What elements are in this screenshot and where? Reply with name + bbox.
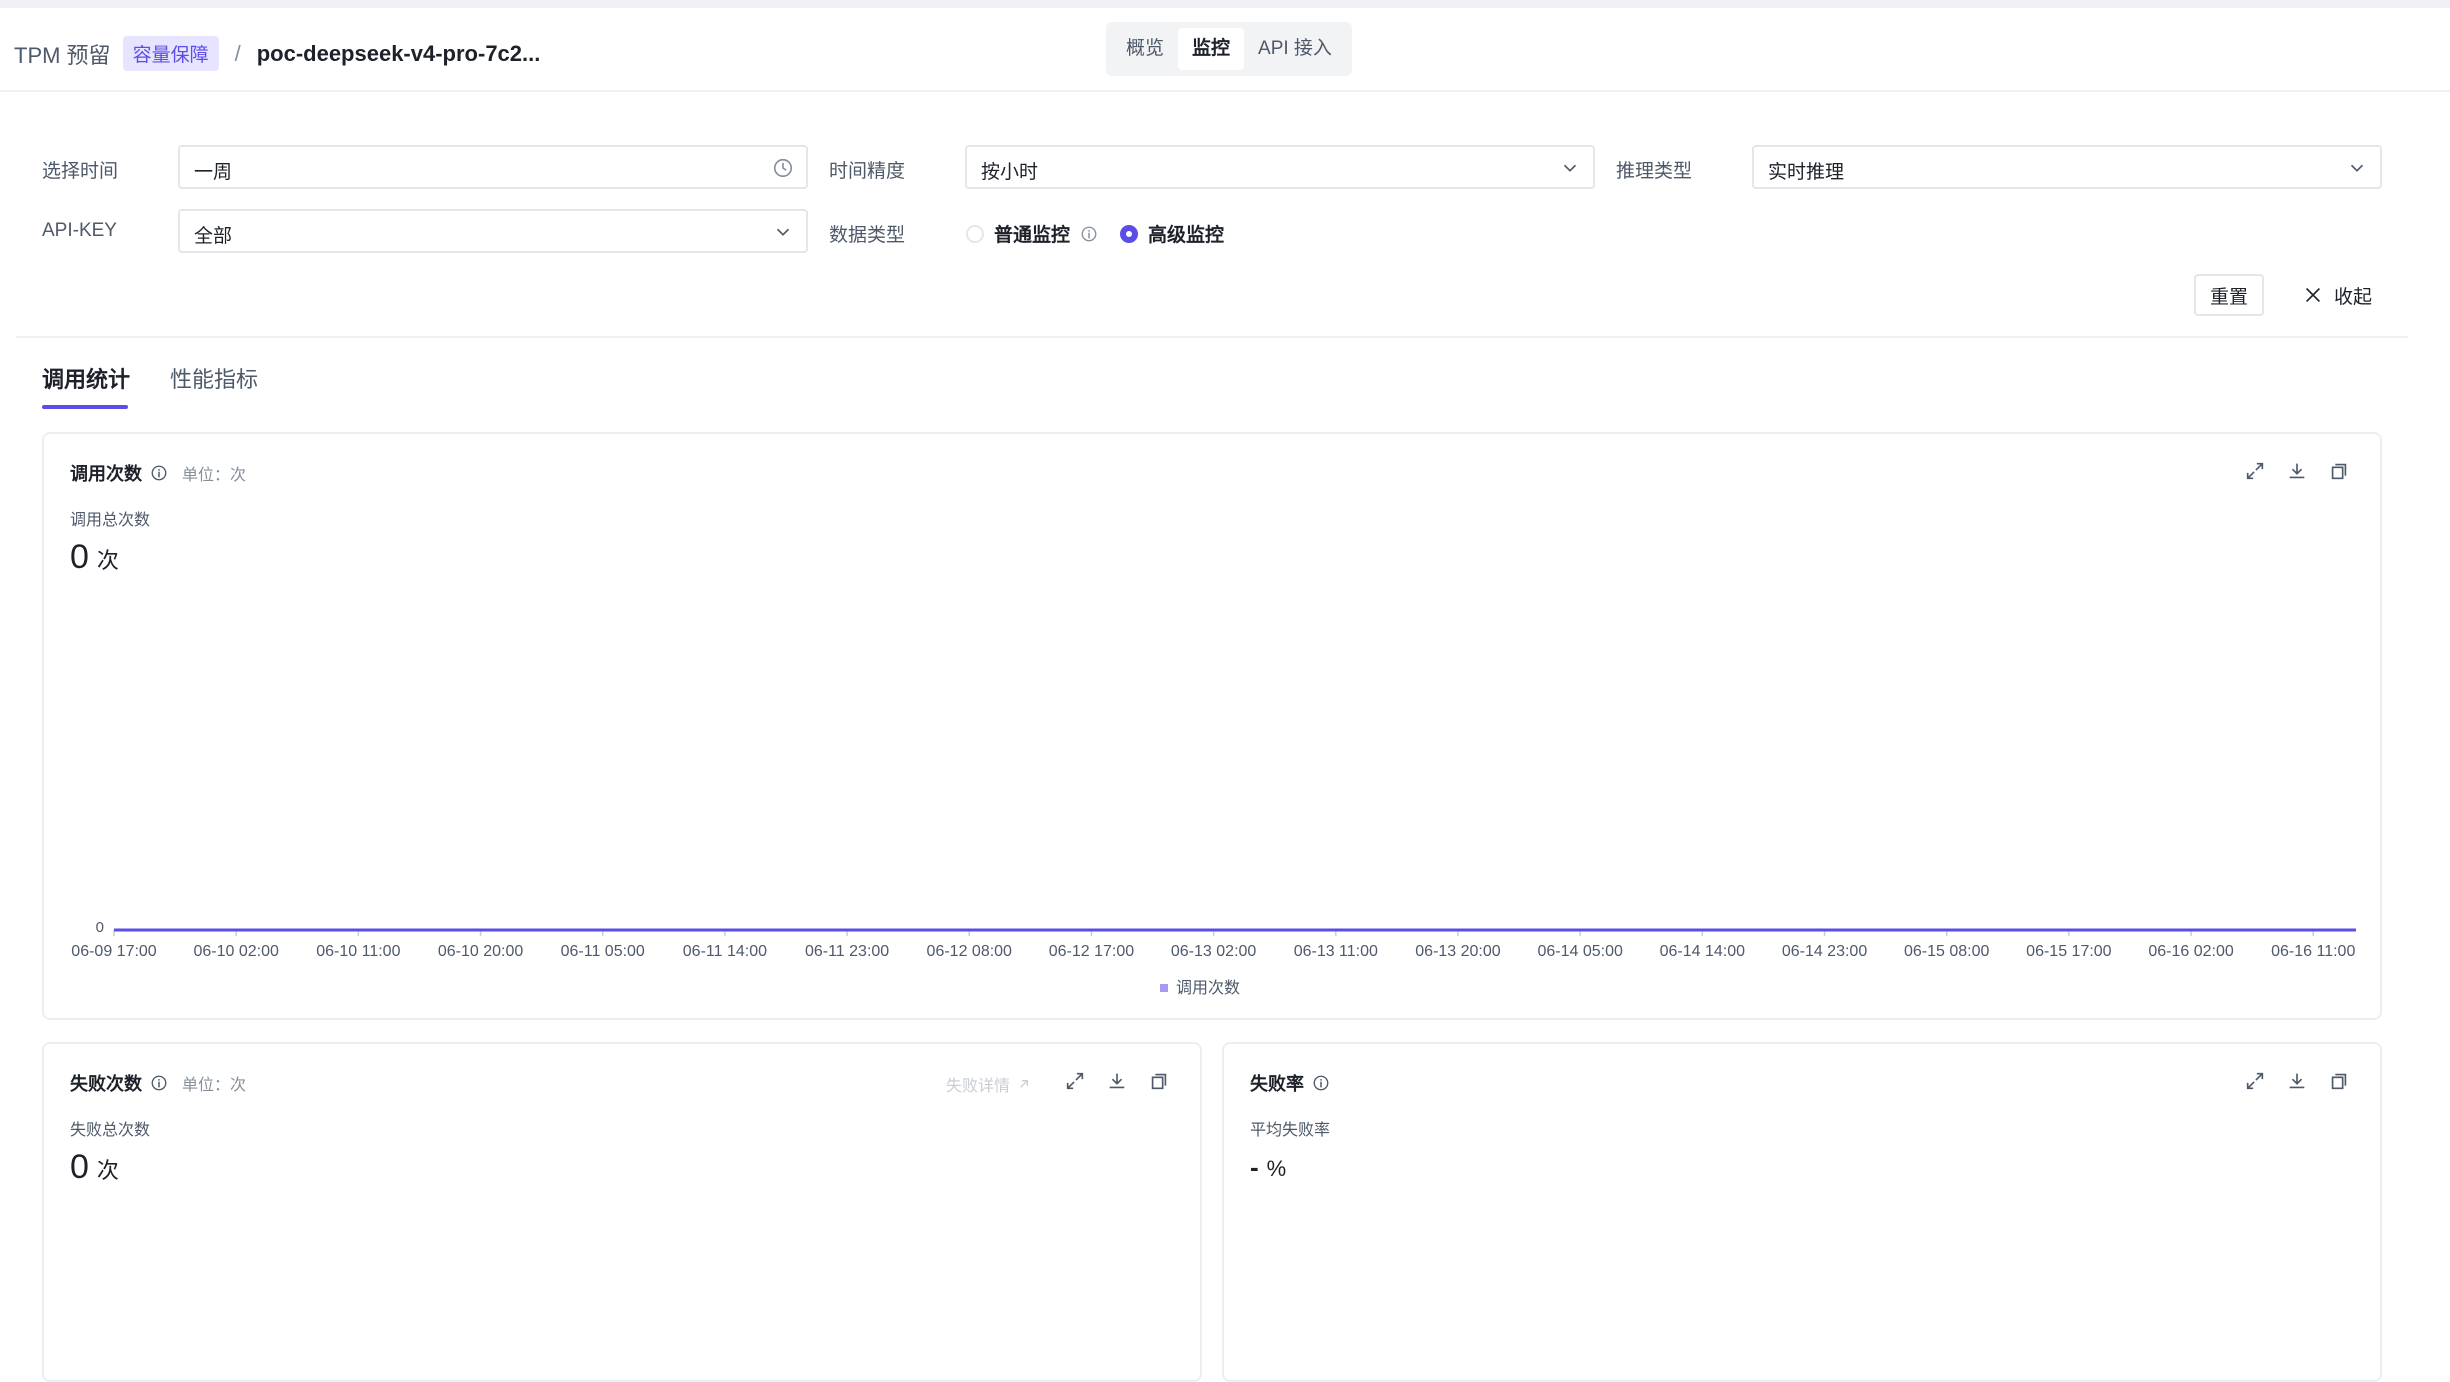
inference-value: 实时推理 xyxy=(1768,162,1845,183)
inference-select[interactable]: 实时推理 xyxy=(1752,145,2382,189)
precision-select[interactable]: 按小时 xyxy=(965,145,1595,189)
failrate-avg-unit: % xyxy=(1266,1156,1287,1181)
failures-card: 失败次数 单位：次 失败详情 失败总次数 0次 xyxy=(42,1042,1202,1382)
tab-monitor[interactable]: 监控 xyxy=(1178,28,1245,70)
time-picker[interactable]: 一周 xyxy=(178,145,808,189)
tab-active-indicator xyxy=(42,405,128,409)
copy-icon[interactable] xyxy=(2328,1070,2350,1092)
x-tick-label: 06-14 14:00 xyxy=(1660,943,1746,960)
legend-label: 调用次数 xyxy=(1176,979,1240,997)
failures-title-row: 失败次数 单位：次 xyxy=(70,1070,246,1096)
radio-advanced-monitor[interactable]: 高级监控 xyxy=(1120,220,1224,247)
x-tick-label: 06-16 11:00 xyxy=(2271,943,2355,960)
service-name: poc-deepseek-v4-pro-7c2... xyxy=(256,40,541,66)
x-tick-label: 06-15 08:00 xyxy=(1904,943,1990,960)
radio-advanced-label: 高级监控 xyxy=(1148,225,1225,246)
x-tick-label: 06-11 14:00 xyxy=(683,943,767,960)
time-value: 一周 xyxy=(194,162,233,183)
failures-toolbar xyxy=(1064,1070,1170,1092)
precision-value: 按小时 xyxy=(981,162,1039,183)
breadcrumb-product[interactable]: TPM 预留 xyxy=(14,38,111,70)
x-tick-label: 06-14 23:00 xyxy=(1782,943,1868,960)
external-link-icon xyxy=(1020,1080,1029,1088)
failrate-toolbar xyxy=(2244,1070,2350,1092)
reset-button[interactable]: 重置 xyxy=(2194,274,2264,316)
radio-basic-monitor[interactable]: 普通监控 xyxy=(966,220,1098,247)
inference-label: 推理类型 xyxy=(1616,161,1693,182)
failures-total-unit: 次 xyxy=(96,1158,119,1183)
x-tick-label: 06-10 20:00 xyxy=(438,943,524,960)
info-icon[interactable] xyxy=(1080,225,1098,243)
expand-icon[interactable] xyxy=(2244,1070,2266,1092)
apikey-label: API-KEY xyxy=(42,220,117,241)
x-tick-label: 06-09 17:00 xyxy=(71,943,157,960)
apikey-select[interactable]: 全部 xyxy=(178,209,808,253)
info-icon[interactable] xyxy=(150,1074,168,1092)
x-tick-label: 06-13 02:00 xyxy=(1171,943,1257,960)
tab-api-access[interactable]: API 接入 xyxy=(1244,28,1346,70)
chevron-down-icon xyxy=(2350,164,2364,172)
calls-card: 调用次数 单位：次 调用总次数 0次 0 06-09 17:00 06-10 02:… xyxy=(42,432,2382,1020)
copy-icon[interactable] xyxy=(1148,1070,1170,1092)
failrate-title: 失败率 xyxy=(1250,1074,1304,1094)
x-tick-label: 06-10 11:00 xyxy=(316,943,400,960)
legend-marker xyxy=(1160,984,1168,992)
failures-total-label: 失败总次数 xyxy=(70,1122,151,1139)
failrate-avg-label: 平均失败率 xyxy=(1250,1122,1331,1139)
x-tick-label: 06-12 17:00 xyxy=(1049,943,1135,960)
failures-title: 失败次数 xyxy=(70,1074,142,1094)
chevron-down-icon xyxy=(1563,164,1577,172)
tab-performance[interactable]: 性能指标 xyxy=(170,362,258,394)
download-icon[interactable] xyxy=(2286,1070,2308,1092)
radio-basic-label: 普通监控 xyxy=(994,225,1071,246)
calls-line-chart: 0 06-09 17:00 06-10 02:00 06-10 11:00 06-10 … xyxy=(71,919,2356,997)
time-label: 选择时间 xyxy=(42,161,119,182)
failrate-card: 失败率 平均失败率 -% xyxy=(1222,1042,2382,1382)
collapse-button[interactable]: 收起 xyxy=(2292,274,2382,316)
x-tick-label: 06-11 05:00 xyxy=(561,943,645,960)
breadcrumb: TPM 预留 容量保障 / poc-deepseek-v4-pro-7c2... xyxy=(14,36,540,71)
capacity-badge: 容量保障 xyxy=(122,36,219,71)
failures-total-value: 0 xyxy=(70,1148,89,1186)
x-tick-label: 06-16 02:00 xyxy=(2148,943,2234,960)
apikey-value: 全部 xyxy=(194,226,233,247)
radio-dot[interactable] xyxy=(966,224,984,243)
failures-total: 0次 xyxy=(70,1148,119,1187)
page-header: TPM 预留 容量保障 / poc-deepseek-v4-pro-7c2...… xyxy=(0,8,2450,92)
failures-unit: 单位：次 xyxy=(182,1077,247,1094)
precision-label: 时间精度 xyxy=(829,161,906,182)
y-tick-label: 0 xyxy=(96,919,104,936)
filter-divider xyxy=(16,336,2408,338)
chevron-down-icon xyxy=(776,228,790,236)
expand-icon[interactable] xyxy=(1064,1070,1086,1092)
x-tick-label: 06-11 23:00 xyxy=(805,943,889,960)
breadcrumb-separator: / xyxy=(234,40,241,66)
failrate-avg: -% xyxy=(1250,1152,1286,1183)
collapse-label: 收起 xyxy=(2333,286,2372,308)
tab-call-stats[interactable]: 调用统计 xyxy=(42,362,130,394)
failrate-title-row: 失败率 xyxy=(1250,1070,1330,1096)
download-icon[interactable] xyxy=(1106,1070,1128,1092)
collapse-icon xyxy=(2305,287,2320,303)
failure-detail-label: 失败详情 xyxy=(946,1078,1011,1095)
x-tick-label: 06-13 11:00 xyxy=(1294,943,1378,960)
x-tick-label: 06-12 08:00 xyxy=(927,943,1013,960)
failrate-avg-value: - xyxy=(1250,1152,1259,1182)
failure-detail-link[interactable]: 失败详情 xyxy=(946,1072,1032,1096)
x-tick-label: 06-14 05:00 xyxy=(1537,943,1623,960)
radio-dot-selected[interactable] xyxy=(1120,224,1138,243)
top-strip xyxy=(0,0,2450,8)
tab-overview[interactable]: 概览 xyxy=(1112,28,1178,70)
x-tick-label: 06-15 17:00 xyxy=(2026,943,2112,960)
datatype-label: 数据类型 xyxy=(829,225,906,246)
x-tick-label: 06-10 02:00 xyxy=(193,943,279,960)
x-tick-label: 06-13 20:00 xyxy=(1415,943,1501,960)
info-icon[interactable] xyxy=(1312,1074,1330,1092)
view-switcher: 概览 监控 API 接入 xyxy=(1106,22,1352,76)
clock-icon xyxy=(773,158,793,178)
